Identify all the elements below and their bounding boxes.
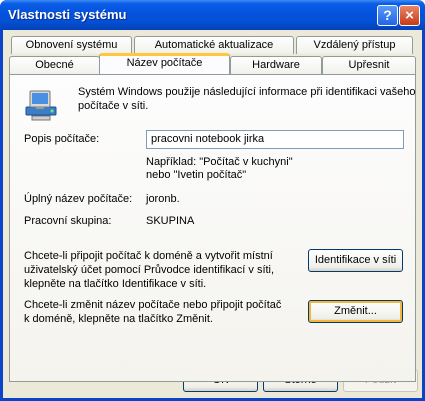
- change-button[interactable]: Změnit...: [308, 300, 403, 323]
- rename-text-line1: Chcete-li změnit název počítače nebo při…: [24, 299, 282, 311]
- computer-network-icon: [25, 90, 57, 121]
- example-text-line1: Například: "Počítač v kuchyni": [146, 156, 293, 168]
- tab-upresnit[interactable]: Upřesnit: [322, 56, 416, 74]
- tab-automaticke-aktualizace[interactable]: Automatické aktualizace: [134, 36, 294, 54]
- workgroup-value: SKUPINA: [146, 215, 195, 227]
- rename-text-line2: k doméně, klepněte na tlačítko Změnit.: [24, 313, 213, 325]
- domain-text-line3: klepněte na tlačítko Identifikace v síti…: [24, 278, 207, 290]
- full-name-label: Úplný název počítače:: [24, 193, 133, 205]
- intro-text-line2: počítače v síti.: [78, 100, 149, 112]
- domain-text-line1: Chcete-li připojit počítač k doméně a vy…: [24, 250, 273, 262]
- tab-strip: Obnovení systému Automatické aktualizace…: [3, 30, 422, 75]
- example-text-line2: nebo "Ivetin počítač": [146, 169, 247, 181]
- help-button[interactable]: ?: [377, 5, 398, 26]
- title-bar[interactable]: Vlastnosti systému ? ×: [0, 0, 425, 30]
- close-button[interactable]: ×: [399, 5, 420, 26]
- window-title: Vlastnosti systému: [8, 7, 127, 22]
- tab-obnoveni-systemu[interactable]: Obnovení systému: [11, 36, 132, 54]
- dialog-window: Vlastnosti systému ? × Obnovení systému …: [0, 0, 425, 401]
- full-name-value: joronb.: [146, 193, 180, 205]
- tab-nazev-pocitace[interactable]: Název počítače: [99, 53, 230, 74]
- dialog-client: Obnovení systému Automatické aktualizace…: [3, 30, 422, 398]
- computer-description-label: Popis počítače:: [24, 133, 100, 145]
- intro-text-line1: Systém Windows použije následující infor…: [78, 86, 416, 98]
- domain-text-line2: uživatelský účet pomocí Průvodce identif…: [24, 264, 275, 276]
- network-id-button[interactable]: Identifikace v síti: [308, 249, 403, 272]
- workgroup-label: Pracovní skupina:: [24, 215, 112, 227]
- tab-hardware[interactable]: Hardware: [230, 56, 322, 74]
- tab-obecne[interactable]: Obecné: [9, 56, 100, 74]
- tab-panel: Systém Windows použije následující infor…: [9, 74, 416, 382]
- tab-vzdaleny-pristup[interactable]: Vzdálený přístup: [296, 36, 413, 54]
- computer-description-field[interactable]: pracovni notebook jirka: [146, 130, 404, 149]
